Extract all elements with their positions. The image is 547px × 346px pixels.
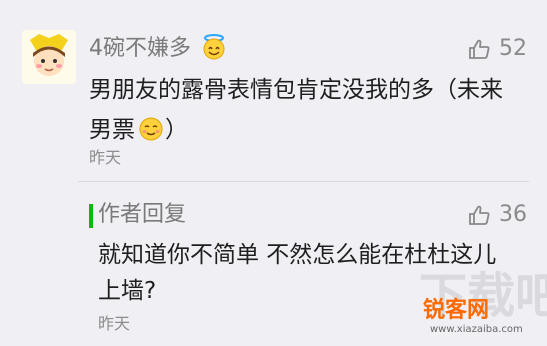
- watermark-url: www.xiazaiba.com: [430, 324, 523, 335]
- comment-timestamp: 昨天: [89, 148, 122, 167]
- comment-body: 男朋友的露骨表情包肯定没我的多（未来男票 ）: [89, 70, 519, 150]
- blush-smile-emoji-icon: [139, 117, 163, 141]
- watermark-badge: 锐客网: [423, 298, 490, 323]
- reply-timestamp: 昨天: [98, 314, 131, 333]
- avatar-image: [22, 30, 76, 84]
- reply-like-count: 36: [499, 202, 527, 227]
- reply-author-label: 作者回复: [98, 202, 187, 227]
- comment-text-end: ）: [165, 117, 188, 143]
- comment-nickname[interactable]: 4碗不嫌多: [89, 33, 228, 64]
- thumbs-up-icon: [469, 39, 490, 59]
- avatar[interactable]: [22, 30, 76, 84]
- comment-like-count: 52: [499, 36, 527, 61]
- reply-accent-bar: [89, 204, 93, 228]
- comment-like-button[interactable]: 52: [467, 36, 527, 62]
- reply-like-button[interactable]: 36: [467, 202, 527, 228]
- halo-smile-emoji-icon: [203, 34, 225, 60]
- nickname-text: 4碗不嫌多: [89, 36, 191, 61]
- thumbs-up-icon: [469, 205, 490, 225]
- comment-card: 4碗不嫌多 52 男朋友的露骨表情包肯定没我的多（未来男票 ） 昨天: [0, 0, 547, 175]
